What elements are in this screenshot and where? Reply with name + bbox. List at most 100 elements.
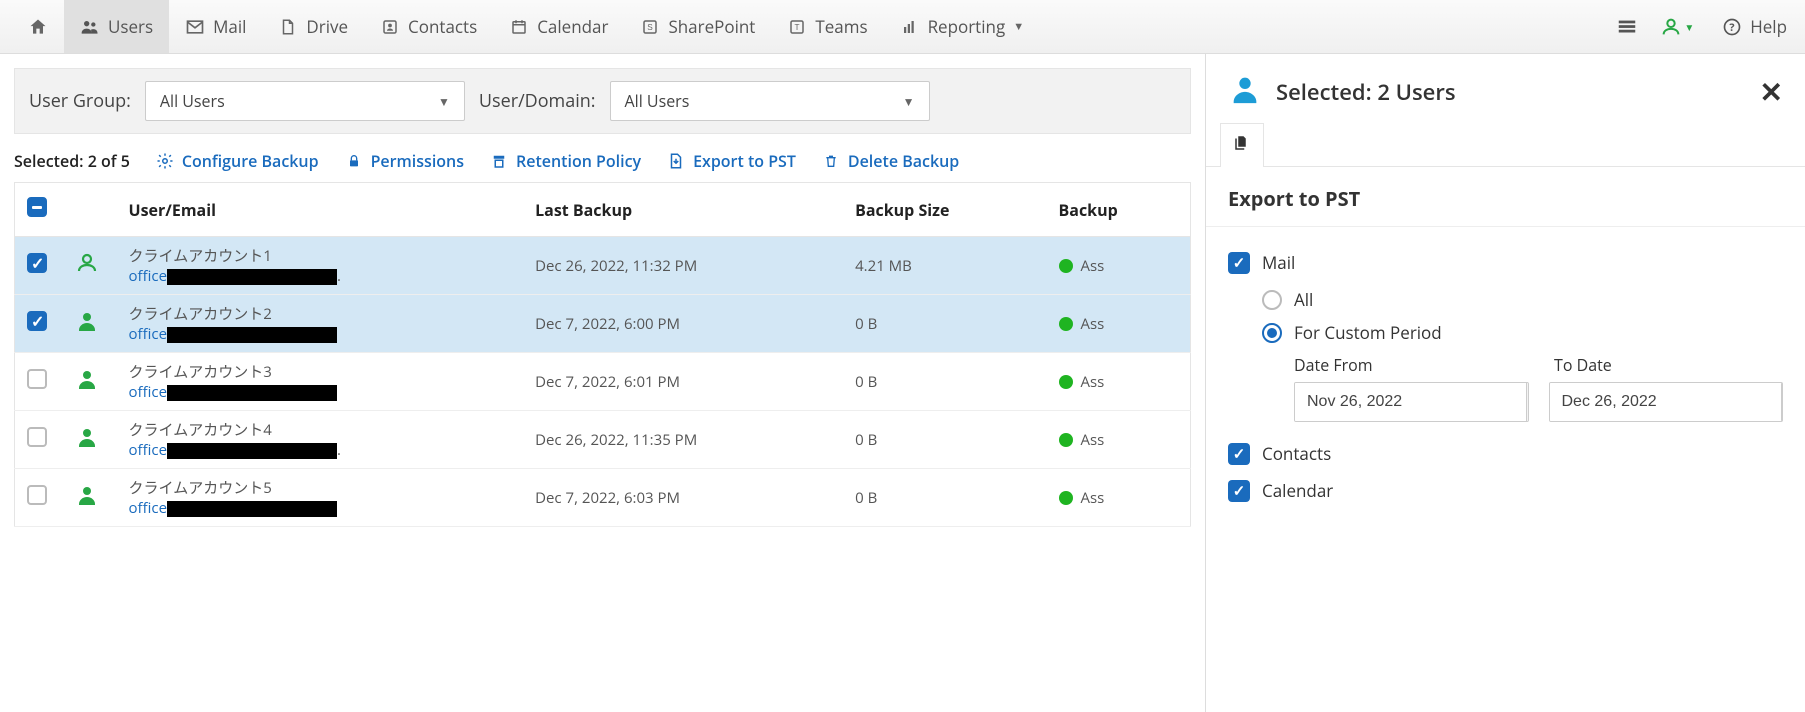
permissions-button[interactable]: Permissions	[345, 150, 464, 172]
col-user: User/Email	[117, 183, 524, 237]
row-size: 0 B	[843, 411, 1046, 469]
selected-count: Selected: 2 of 5	[14, 150, 130, 172]
mail-checkbox[interactable]	[1228, 252, 1250, 274]
user-group-dropdown[interactable]: All Users ▼	[145, 81, 465, 121]
radio-all-label: All	[1294, 288, 1313, 311]
row-checkbox[interactable]	[27, 427, 47, 447]
chevron-down-icon: ▼	[1013, 19, 1024, 34]
close-button[interactable]: ✕	[1760, 73, 1783, 111]
delete-backup-button[interactable]: Delete Backup	[822, 150, 959, 172]
table-row[interactable]: クライムアカウント4office.Dec 26, 2022, 11:35 PM0…	[15, 411, 1191, 469]
row-last-backup: Dec 7, 2022, 6:01 PM	[523, 353, 843, 411]
filter-bar: User Group: All Users ▼ User/Domain: All…	[14, 68, 1191, 134]
date-from-input-group	[1294, 382, 1529, 422]
nav-home[interactable]	[12, 0, 64, 53]
row-checkbox[interactable]	[27, 369, 47, 389]
table-row[interactable]: クライムアカウント3officeDec 7, 2022, 6:01 PM0 BA…	[15, 353, 1191, 411]
chart-icon	[900, 17, 920, 37]
calendar-label: Calendar	[1262, 479, 1333, 502]
panel-tab-export[interactable]	[1220, 123, 1264, 167]
export-icon	[667, 152, 685, 170]
table-row[interactable]: クライムアカウント1office. Dec 26, 2022, 11:32 PM4…	[15, 237, 1191, 295]
user-domain-dropdown[interactable]: All Users ▼	[610, 81, 930, 121]
retention-policy-button[interactable]: Retention Policy	[490, 150, 641, 172]
nav-drive[interactable]: Drive	[262, 0, 364, 53]
nav-users[interactable]: Users	[64, 0, 169, 53]
stack-icon[interactable]	[1616, 16, 1638, 38]
select-all-checkbox[interactable]	[27, 197, 47, 217]
status-dot-icon	[1059, 433, 1073, 447]
panel-title: Selected: 2 Users	[1276, 77, 1746, 107]
row-status: Ass	[1047, 237, 1191, 295]
gear-icon	[156, 152, 174, 170]
user-icon	[75, 309, 99, 333]
row-user-name: クライムアカウント2	[129, 303, 512, 324]
redacted-text	[167, 327, 337, 343]
calendar-checkbox[interactable]	[1228, 480, 1250, 502]
row-user-email[interactable]: office.	[129, 266, 512, 286]
files-icon	[1233, 137, 1251, 157]
contacts-checkbox[interactable]	[1228, 443, 1250, 465]
row-user-name: クライムアカウント4	[129, 419, 512, 440]
row-user-email[interactable]: office	[129, 324, 512, 344]
row-checkbox[interactable]	[27, 253, 47, 273]
table-row[interactable]: クライムアカウント2office Dec 7, 2022, 6:00 PM0 BA…	[15, 295, 1191, 353]
row-last-backup: Dec 7, 2022, 6:00 PM	[523, 295, 843, 353]
nav-contacts[interactable]: Contacts	[364, 0, 493, 53]
col-size: Backup Size	[843, 183, 1046, 237]
nav-sharepoint[interactable]: S SharePoint	[624, 0, 771, 53]
row-size: 0 B	[843, 353, 1046, 411]
row-size: 0 B	[843, 295, 1046, 353]
row-user-email[interactable]: office.	[129, 440, 512, 460]
svg-text:S: S	[648, 23, 654, 32]
mail-icon	[185, 17, 205, 37]
date-to-input[interactable]	[1550, 383, 1781, 421]
row-user-email[interactable]: office	[129, 498, 512, 518]
table-row[interactable]: クライムアカウント5officeDec 7, 2022, 6:03 PM0 BA…	[15, 469, 1191, 527]
export-side-panel: Selected: 2 Users ✕ Export to PST Mail A…	[1205, 54, 1805, 712]
date-to-label: To Date	[1554, 354, 1612, 376]
row-checkbox[interactable]	[27, 485, 47, 505]
user-icon	[75, 483, 99, 507]
export-pst-button[interactable]: Export to PST	[667, 150, 796, 172]
row-last-backup: Dec 26, 2022, 11:32 PM	[523, 237, 843, 295]
action-bar: Selected: 2 of 5 Configure Backup Permis…	[14, 150, 1191, 172]
row-status: Ass	[1047, 411, 1191, 469]
user-menu[interactable]: ▼	[1660, 16, 1694, 38]
row-user-email[interactable]: office	[129, 382, 512, 402]
nav-sharepoint-label: SharePoint	[668, 15, 755, 38]
configure-backup-button[interactable]: Configure Backup	[156, 150, 319, 172]
home-icon	[28, 17, 48, 37]
date-from-calendar-button[interactable]	[1526, 383, 1529, 421]
row-size: 4.21 MB	[843, 237, 1046, 295]
radio-custom-label: For Custom Period	[1294, 321, 1442, 344]
chevron-down-icon: ▼	[1684, 20, 1694, 34]
row-size: 0 B	[843, 469, 1046, 527]
nav-teams[interactable]: T Teams	[771, 0, 883, 53]
status-dot-icon	[1059, 317, 1073, 331]
redacted-text	[167, 385, 337, 401]
nav-mail[interactable]: Mail	[169, 0, 262, 53]
svg-text:?: ?	[1730, 20, 1735, 35]
s-box-icon: S	[640, 17, 660, 37]
help-icon: ?	[1722, 17, 1742, 37]
user-domain-label: User/Domain:	[479, 89, 596, 113]
row-user-name: クライムアカウント1	[129, 245, 512, 266]
nav-calendar-label: Calendar	[537, 15, 608, 38]
row-checkbox[interactable]	[27, 311, 47, 331]
date-from-label: Date From	[1294, 354, 1514, 376]
row-user-name: クライムアカウント5	[129, 477, 512, 498]
date-to-calendar-button[interactable]	[1781, 383, 1784, 421]
file-icon	[278, 17, 298, 37]
row-status: Ass	[1047, 295, 1191, 353]
redacted-text	[167, 501, 337, 517]
row-last-backup: Dec 7, 2022, 6:03 PM	[523, 469, 843, 527]
nav-calendar[interactable]: Calendar	[493, 0, 624, 53]
date-from-input[interactable]	[1295, 383, 1526, 421]
radio-custom-period[interactable]	[1262, 323, 1282, 343]
nav-reporting[interactable]: Reporting ▼	[884, 0, 1041, 53]
user-group-label: User Group:	[29, 89, 131, 113]
radio-all[interactable]	[1262, 290, 1282, 310]
nav-help[interactable]: ? Help	[1716, 0, 1793, 53]
status-dot-icon	[1059, 491, 1073, 505]
